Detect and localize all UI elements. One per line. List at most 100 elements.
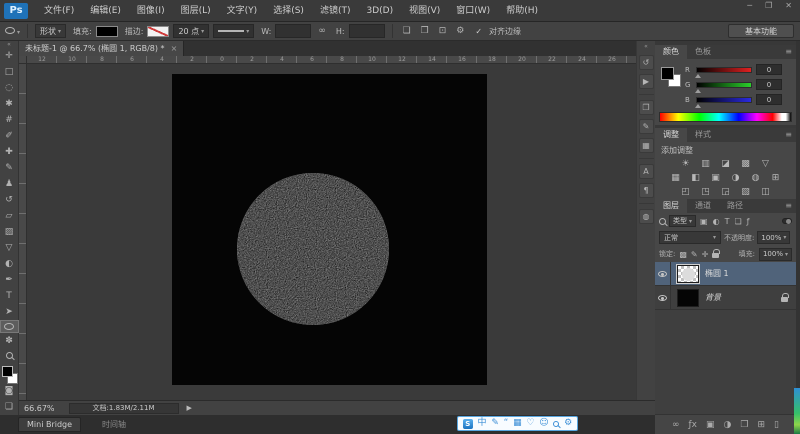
blue-slider[interactable] [695,96,752,108]
path-arrangement-icon[interactable]: ⊡ [436,26,450,36]
layer-thumbnail[interactable] [676,263,700,284]
tab-layers[interactable]: 图层 [655,199,687,213]
minimize-button[interactable]: ─ [747,1,752,10]
screen-mode-button[interactable]: ❏ [0,399,19,415]
layer-name[interactable]: 椭圆 1 [705,268,729,279]
rectangular-marquee-tool[interactable]: □ [0,64,19,80]
tab-swatches[interactable]: 色板 [687,45,719,59]
brush-tool[interactable]: ✎ [0,160,19,176]
restore-button[interactable]: ❐ [765,1,772,10]
tab-styles[interactable]: 样式 [687,128,719,142]
selective-color-icon[interactable]: ◫ [757,186,774,198]
menu-layer[interactable]: 图层(L) [173,0,219,22]
lasso-tool[interactable]: ◌ [0,80,19,96]
hue-saturation-icon[interactable]: ▦ [667,172,684,184]
clone-source-panel-icon[interactable]: ❐ [638,100,654,115]
status-options-arrow[interactable]: ▶ [187,404,192,412]
menu-file[interactable]: 文件(F) [36,0,82,22]
eyedropper-tool[interactable]: ✐ [0,128,19,144]
ime-search-icon[interactable] [553,420,560,427]
filter-shape-layers-icon[interactable]: ❏ [733,217,742,226]
levels-icon[interactable]: ▥ [697,158,714,170]
filter-pixel-layers-icon[interactable]: ▣ [699,217,709,226]
channel-mixer-icon[interactable]: ◍ [747,172,764,184]
close-button[interactable]: ✕ [785,1,792,10]
menu-image[interactable]: 图像(I) [129,0,173,22]
dock-expand-icon[interactable]: « [644,43,648,50]
menu-3d[interactable]: 3D(D) [358,0,401,22]
ime-keyboard-icon[interactable]: ▦ [513,417,522,430]
width-field[interactable] [275,24,312,38]
black-white-icon[interactable]: ▣ [707,172,724,184]
curves-icon[interactable]: ◪ [717,158,734,170]
history-panel-icon[interactable]: ↺ [638,55,654,70]
panel-menu-icon[interactable]: ≡ [785,128,792,142]
invert-icon[interactable]: ◰ [677,186,694,198]
ime-punctuation-icon[interactable]: “ [504,417,509,430]
mini-bridge-button[interactable]: Mini Bridge [18,417,82,432]
lock-transparency-icon[interactable]: ▩ [679,250,687,259]
ime-skin-icon[interactable]: ♡ [526,417,534,430]
color-spectrum-ramp[interactable] [659,112,792,122]
blend-mode-select[interactable]: 正常 ▾ [659,231,721,244]
link-dimensions-icon[interactable]: ∞ [315,26,329,36]
layer-style-icon[interactable]: ƒx [689,420,698,430]
spot-healing-brush-tool[interactable]: ✚ [0,144,19,160]
pen-tool[interactable]: ✒ [0,272,19,288]
brush-presets-panel-icon[interactable]: ✎ [638,119,654,134]
path-alignment-icon[interactable]: ❐ [418,26,432,36]
tool-preset-picker[interactable]: ▾ [5,26,20,36]
ime-handwriting-icon[interactable]: ✎ [491,417,499,430]
height-field[interactable] [348,24,385,38]
filter-type-layers-icon[interactable]: T [724,217,731,226]
crop-tool[interactable]: # [0,112,19,128]
menu-type[interactable]: 文字(Y) [219,0,266,22]
ime-chinese-mode-icon[interactable]: 中 [478,417,487,430]
link-layers-icon[interactable]: ∞ [672,420,680,430]
green-slider[interactable] [695,81,752,93]
layer-thumbnail[interactable] [677,288,699,307]
ime-account-icon[interactable]: ☺ [539,417,548,430]
history-brush-tool[interactable]: ↺ [0,192,19,208]
toolbar-collapse-icon[interactable]: « [7,41,11,48]
red-slider[interactable] [695,66,752,78]
photo-filter-icon[interactable]: ◑ [727,172,744,184]
brightness-contrast-icon[interactable]: ☀ [677,158,694,170]
visibility-eye-icon[interactable] [658,294,667,301]
red-value[interactable]: 0 [756,64,782,75]
delete-layer-icon[interactable]: ▯ [774,420,779,430]
panel-menu-icon[interactable]: ≡ [785,45,792,59]
visibility-eye-icon[interactable] [658,270,667,277]
type-tool[interactable]: T [0,288,19,304]
gradient-map-icon[interactable]: ▧ [737,186,754,198]
character-panel-icon[interactable]: A [638,164,654,179]
foreground-color-swatch[interactable] [1,365,13,377]
green-value[interactable]: 0 [756,79,782,90]
filter-smart-objects-icon[interactable]: ƒ [746,217,751,226]
menu-view[interactable]: 视图(V) [401,0,448,22]
tab-adjustments[interactable]: 调整 [655,128,687,142]
color-balance-icon[interactable]: ◧ [687,172,704,184]
canvas-area[interactable] [27,64,636,400]
stroke-type-select[interactable]: ▾ [213,24,255,38]
layer-name[interactable]: 背景 [705,292,721,303]
tab-paths[interactable]: 路径 [719,199,751,213]
path-operations-icon[interactable]: ❏ [400,26,414,36]
blue-value[interactable]: 0 [756,94,782,105]
lock-all-icon[interactable] [712,249,721,258]
timeline-button[interactable]: 时间轴 [102,417,126,432]
document-tab[interactable]: 未标题-1 @ 66.7% (椭圆 1, RGB/8) * × [19,41,185,56]
zoom-tool[interactable] [0,349,19,362]
fill-field[interactable]: 100% ▾ [758,247,792,261]
eraser-tool[interactable]: ▱ [0,208,19,224]
menu-select[interactable]: 选择(S) [265,0,312,22]
menu-window[interactable]: 窗口(W) [448,0,498,22]
menu-help[interactable]: 帮助(H) [498,0,546,22]
ime-logo-icon[interactable]: S [462,418,473,429]
blur-tool[interactable]: ▽ [0,240,19,256]
exposure-icon[interactable]: ▩ [737,158,754,170]
layer-mask-icon[interactable]: ▣ [706,420,715,430]
clone-stamp-tool[interactable]: ♟ [0,176,19,192]
foreground-color-swatch[interactable] [661,67,674,80]
move-tool[interactable]: ✛ [0,48,19,64]
